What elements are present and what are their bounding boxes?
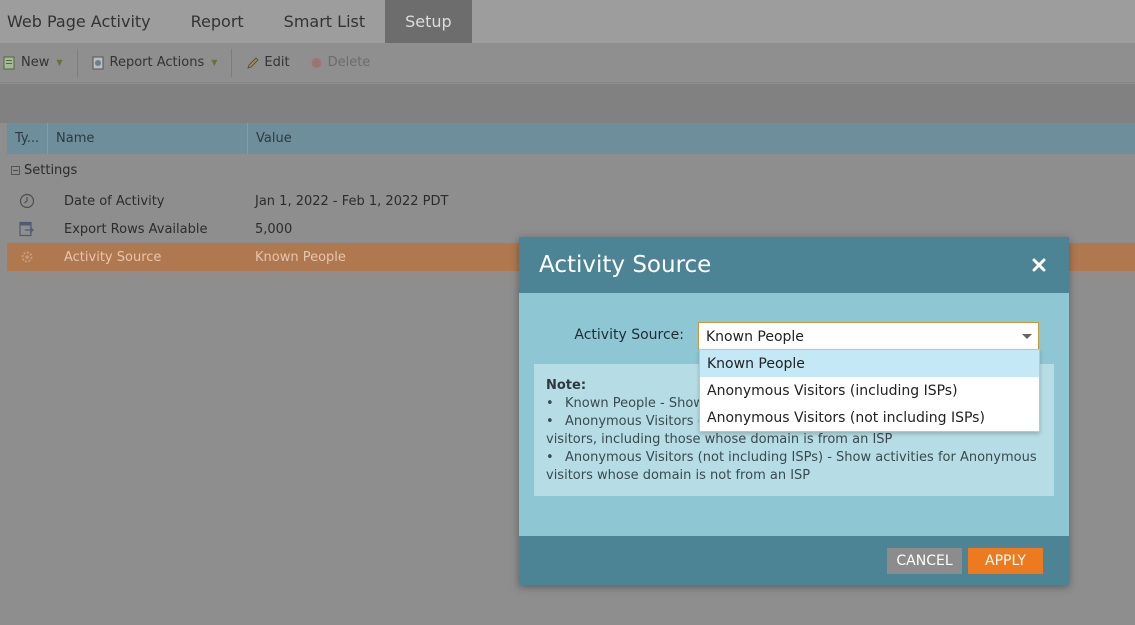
edit-button[interactable]: Edit (236, 43, 299, 83)
group-row-settings[interactable]: − Settings (7, 154, 1135, 187)
new-button[interactable]: New ▼ (0, 43, 73, 83)
table-row[interactable]: Date of Activity Jan 1, 2022 - Feb 1, 20… (7, 187, 1135, 215)
column-header-value[interactable]: Value (248, 123, 292, 154)
group-label: Settings (24, 163, 78, 178)
activity-source-select[interactable]: Known People (698, 322, 1039, 350)
pencil-icon (246, 56, 259, 70)
row-name: Activity Source (64, 249, 162, 265)
chevron-down-icon[interactable] (1022, 334, 1032, 339)
delete-button[interactable]: Delete (300, 43, 381, 83)
report-icon (92, 56, 105, 70)
activity-source-field: Activity Source: Known People (519, 322, 1069, 350)
select-value: Known People (706, 329, 804, 345)
note-item: • Anonymous Visitors (not including ISPs)… (546, 450, 1037, 465)
grid-header: Ty... Name Value (7, 123, 1135, 154)
note-item-continued: visitors whose domain is not from an ISP (546, 468, 811, 483)
toolbar: New ▼ Report Actions ▼ Edit Delete (0, 43, 1135, 83)
clock-icon (19, 193, 35, 209)
export-icon (19, 221, 35, 237)
cancel-button[interactable]: CANCEL (887, 548, 962, 574)
activity-source-dropdown: Known People Anonymous Visitors (includi… (699, 349, 1040, 432)
row-name: Export Rows Available (64, 221, 208, 237)
tab-smart-list[interactable]: Smart List (264, 0, 385, 43)
collapse-icon[interactable]: − (11, 166, 20, 175)
delete-label: Delete (327, 55, 371, 70)
option-anonymous-including-isps[interactable]: Anonymous Visitors (including ISPs) (700, 377, 1039, 404)
tab-web-page-activity[interactable]: Web Page Activity (0, 0, 171, 43)
row-name: Date of Activity (64, 193, 165, 209)
sub-toolbar (0, 84, 1135, 123)
new-label: New (21, 55, 50, 70)
column-header-type[interactable]: Ty... (7, 123, 48, 154)
activity-source-dialog: Activity Source Activity Source: Known P… (519, 237, 1069, 585)
field-label: Activity Source: (574, 327, 684, 343)
apply-button[interactable]: APPLY (968, 548, 1043, 574)
chevron-down-icon: ▼ (56, 58, 63, 67)
row-value: 5,000 (255, 221, 293, 237)
option-known-people[interactable]: Known People (700, 350, 1039, 377)
tab-report[interactable]: Report (171, 0, 264, 43)
delete-icon (310, 56, 323, 70)
dialog-title: Activity Source (539, 252, 712, 278)
option-anonymous-not-including-isps[interactable]: Anonymous Visitors (not including ISPs) (700, 404, 1039, 431)
row-value: Known People (255, 249, 346, 265)
edit-label: Edit (264, 55, 290, 70)
toolbar-divider (76, 48, 78, 77)
dialog-footer: CANCEL APPLY (519, 536, 1069, 585)
close-icon[interactable] (1029, 255, 1049, 275)
row-value: Jan 1, 2022 - Feb 1, 2022 PDT (255, 193, 449, 209)
gear-icon (19, 249, 35, 265)
tab-bar: Web Page Activity Report Smart List Setu… (0, 0, 1135, 43)
tab-setup[interactable]: Setup (385, 0, 472, 43)
toolbar-divider (231, 48, 233, 77)
report-actions-label: Report Actions (109, 55, 205, 70)
new-doc-icon (3, 56, 16, 70)
column-header-name[interactable]: Name (48, 123, 248, 154)
report-actions-button[interactable]: Report Actions ▼ (82, 43, 228, 83)
note-item-continued: visitors, including those whose domain i… (546, 432, 893, 447)
chevron-down-icon: ▼ (211, 58, 218, 67)
dialog-header: Activity Source (519, 237, 1069, 293)
